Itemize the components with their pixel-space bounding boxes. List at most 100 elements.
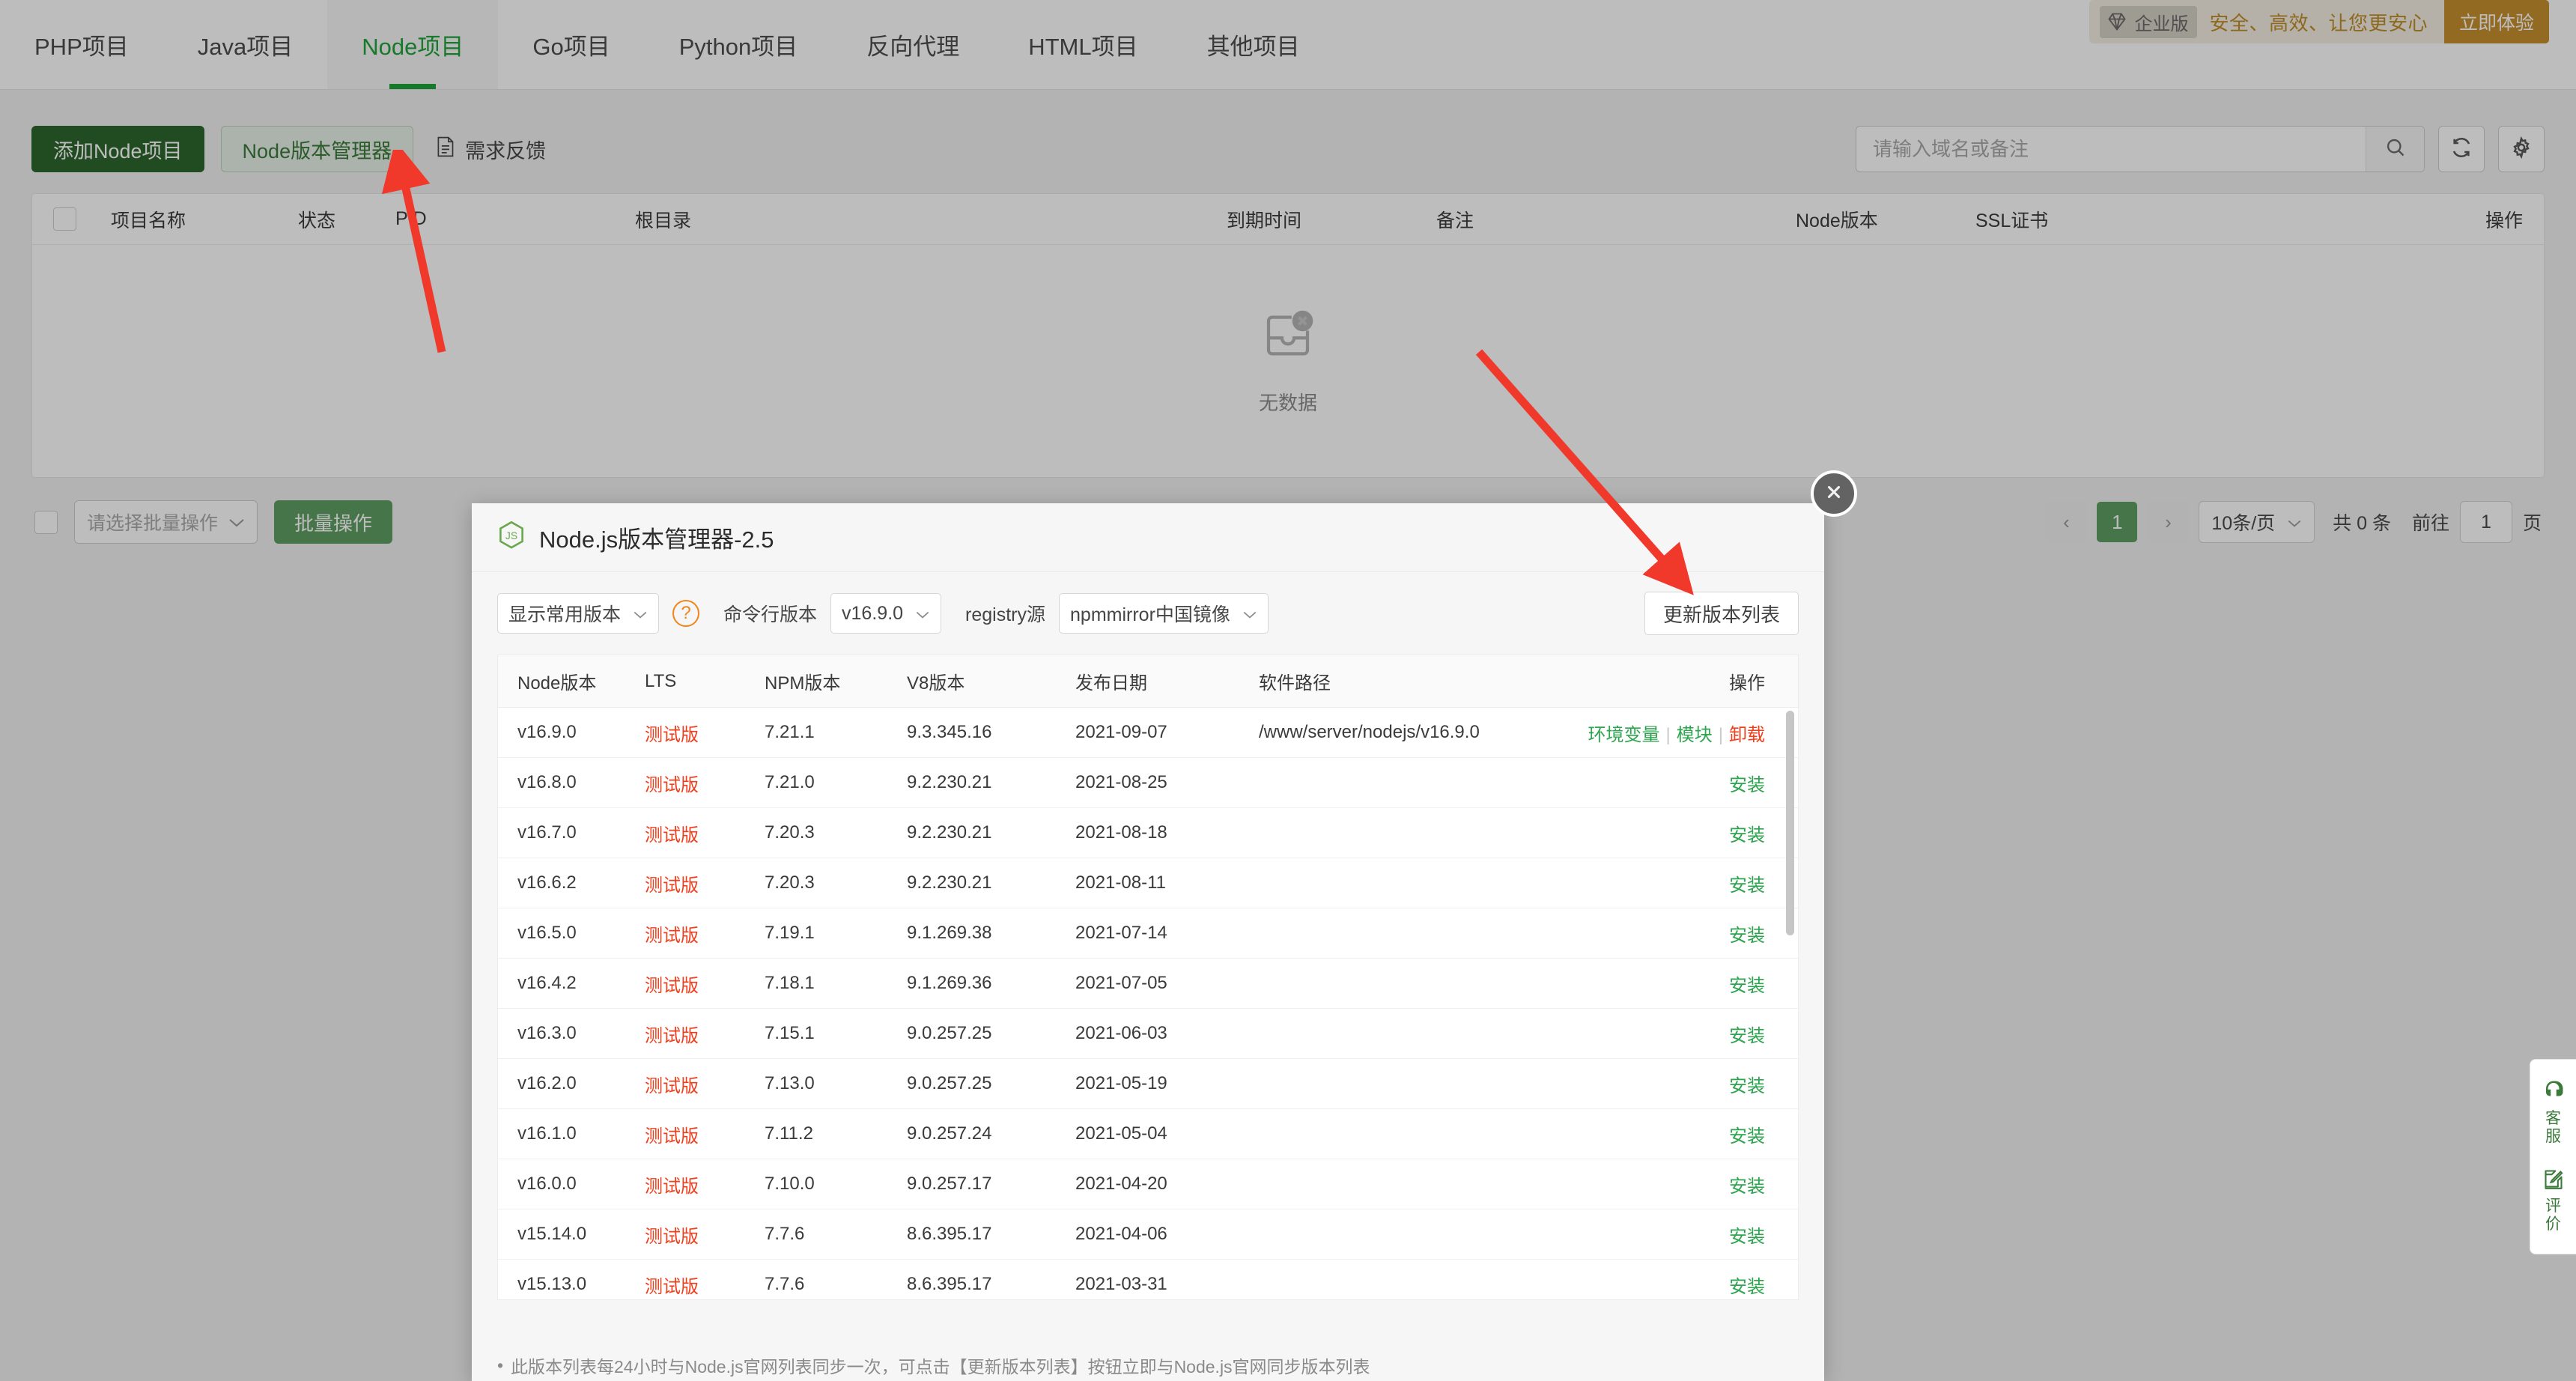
cell-v8-version: 9.3.345.16 [907, 722, 992, 742]
version-table-body[interactable]: v16.9.0 测试版 7.21.1 9.3.345.16 2021-09-07/www… [498, 708, 1798, 1299]
version-row[interactable]: v16.5.0 测试版 7.19.1 9.1.269.38 2021-07-14 安装 [498, 908, 1798, 959]
cell-operations: 安装 [1570, 1021, 1765, 1047]
install-link[interactable]: 安装 [1729, 1177, 1765, 1197]
registry-select[interactable]: npmmirror中国镜像 [1059, 593, 1269, 634]
cell-npm-version: 7.20.3 [765, 872, 815, 893]
registry-value: npmmirror中国镜像 [1070, 604, 1230, 625]
cell-lts: 测试版 [645, 774, 699, 795]
cell-v8-version: 9.2.230.21 [907, 772, 992, 792]
cell-npm-version: 7.18.1 [765, 973, 815, 993]
cell-lts: 测试版 [645, 1176, 699, 1197]
install-link[interactable]: 安装 [1729, 1227, 1765, 1247]
close-icon [1824, 482, 1844, 506]
cell-npm-version: 7.7.6 [765, 1224, 805, 1244]
cell-release-date: 2021-07-14 [1075, 923, 1167, 943]
cell-software-path: /www/server/nodejs/v16.9.0 [1259, 722, 1480, 742]
cell-npm-version: 7.11.2 [765, 1123, 813, 1144]
env-vars-link[interactable]: 环境变量 [1588, 725, 1660, 745]
vcol-node-version: Node版本 [517, 673, 597, 693]
cell-lts: 测试版 [645, 825, 699, 846]
version-row[interactable]: v16.3.0 测试版 7.15.1 9.0.257.25 2021-06-03 安装 [498, 1009, 1798, 1059]
cli-version-select[interactable]: v16.9.0 [830, 593, 942, 634]
cell-node-version: v16.4.2 [517, 973, 577, 993]
install-link[interactable]: 安装 [1729, 1126, 1765, 1147]
version-row[interactable]: v16.2.0 测试版 7.13.0 9.0.257.25 2021-05-19 安装 [498, 1059, 1798, 1109]
version-row[interactable]: v15.13.0 测试版 7.7.6 8.6.395.17 2021-03-31 安装 [498, 1260, 1798, 1299]
version-row[interactable]: v15.14.0 测试版 7.7.6 8.6.395.17 2021-04-06 安装 [498, 1209, 1798, 1260]
cell-v8-version: 9.0.257.24 [907, 1123, 992, 1144]
dialog-header: JS Node.js版本管理器-2.5 [472, 503, 1824, 572]
install-link[interactable]: 安装 [1729, 926, 1765, 946]
cell-release-date: 2021-04-20 [1075, 1174, 1167, 1194]
cell-npm-version: 7.21.0 [765, 772, 815, 792]
cell-v8-version: 9.1.269.38 [907, 923, 992, 943]
registry-label: registry源 [965, 604, 1046, 625]
cell-release-date: 2021-08-11 [1075, 872, 1166, 893]
version-row[interactable]: v16.8.0 测试版 7.21.0 9.2.230.21 2021-08-25 安装 [498, 758, 1798, 808]
cell-release-date: 2021-06-03 [1075, 1023, 1167, 1043]
vcol-lts: LTS [645, 670, 677, 691]
install-link[interactable]: 安装 [1729, 825, 1765, 846]
cell-lts: 测试版 [645, 724, 699, 745]
version-row[interactable]: v16.0.0 测试版 7.10.0 9.0.257.17 2021-04-20 安装 [498, 1159, 1798, 1209]
cell-node-version: v16.7.0 [517, 822, 577, 843]
version-row[interactable]: v16.1.0 测试版 7.11.2 9.0.257.24 2021-05-04 安装 [498, 1109, 1798, 1159]
version-table-scrollbar[interactable] [1786, 711, 1794, 935]
cell-node-version: v16.5.0 [517, 923, 577, 943]
chevron-down-icon [1242, 603, 1257, 625]
cell-lts: 测试版 [645, 1025, 699, 1046]
dialog-body: 显示常用版本 ? 命令行版本 v16.9.0 registry源 npmmirr… [472, 572, 1824, 1337]
cell-release-date: 2021-09-07 [1075, 722, 1167, 742]
version-filter-select[interactable]: 显示常用版本 [497, 593, 660, 634]
cell-npm-version: 7.13.0 [765, 1073, 815, 1093]
cell-operations: 安装 [1570, 1272, 1765, 1298]
separator: | [1665, 724, 1671, 745]
edit-square-icon [2543, 1168, 2564, 1193]
version-table-header: Node版本 LTS NPM版本 V8版本 发布日期 软件路径 操作 [498, 655, 1798, 708]
cell-node-version: v16.9.0 [517, 722, 577, 742]
cell-npm-version: 7.15.1 [765, 1023, 815, 1043]
question-icon[interactable]: ? [672, 600, 700, 627]
uninstall-link[interactable]: 卸载 [1729, 725, 1765, 745]
cell-node-version: v15.14.0 [517, 1224, 587, 1244]
version-row[interactable]: v16.9.0 测试版 7.21.1 9.3.345.16 2021-09-07/www… [498, 708, 1798, 758]
version-row[interactable]: v16.7.0 测试版 7.20.3 9.2.230.21 2021-08-18 安装 [498, 808, 1798, 858]
cell-operations: 安装 [1570, 770, 1765, 796]
install-link[interactable]: 安装 [1729, 775, 1765, 795]
cell-v8-version: 9.2.230.21 [907, 822, 992, 843]
cell-operations: 安装 [1570, 920, 1765, 947]
install-link[interactable]: 安装 [1729, 1026, 1765, 1046]
cell-release-date: 2021-07-05 [1075, 973, 1167, 993]
cell-v8-version: 9.0.257.25 [907, 1073, 992, 1093]
cell-lts: 测试版 [645, 1075, 699, 1096]
cell-operations: 安装 [1570, 1071, 1765, 1097]
cell-release-date: 2021-08-18 [1075, 822, 1167, 843]
cell-v8-version: 9.1.269.36 [907, 973, 992, 993]
cell-node-version: v15.13.0 [517, 1274, 587, 1294]
cell-lts: 测试版 [645, 1226, 699, 1247]
version-row[interactable]: v16.6.2 测试版 7.20.3 9.2.230.21 2021-08-11 安装 [498, 858, 1798, 908]
install-link[interactable]: 安装 [1729, 1277, 1765, 1297]
version-row[interactable]: v16.4.2 测试版 7.18.1 9.1.269.36 2021-07-05 安装 [498, 959, 1798, 1009]
cell-v8-version: 9.0.257.17 [907, 1174, 992, 1194]
modules-link[interactable]: 模块 [1677, 725, 1713, 745]
cell-lts: 测试版 [645, 925, 699, 946]
svg-text:JS: JS [505, 529, 517, 541]
install-link[interactable]: 安装 [1729, 875, 1765, 896]
footer-note-text: 此版本列表每24小时与Node.js官网列表同步一次，可点击【更新版本列表】按钮… [511, 1357, 1370, 1377]
update-version-list-button[interactable]: 更新版本列表 [1644, 592, 1799, 635]
cell-npm-version: 7.21.1 [765, 722, 815, 742]
cell-operations: 安装 [1570, 870, 1765, 896]
cell-lts: 测试版 [645, 1276, 699, 1297]
close-dialog-button[interactable] [1811, 470, 1857, 517]
rating-button[interactable]: 评价 [2543, 1161, 2564, 1241]
install-link[interactable]: 安装 [1729, 1076, 1765, 1096]
customer-service-button[interactable]: 客服 [2542, 1072, 2565, 1153]
cell-v8-version: 8.6.395.17 [907, 1224, 992, 1244]
vcol-software-path: 软件路径 [1259, 673, 1331, 693]
cell-release-date: 2021-03-31 [1075, 1274, 1167, 1294]
cell-operations: 安装 [1570, 971, 1765, 997]
version-filter-value: 显示常用版本 [508, 604, 622, 625]
install-link[interactable]: 安装 [1729, 976, 1765, 996]
cell-npm-version: 7.19.1 [765, 923, 815, 943]
